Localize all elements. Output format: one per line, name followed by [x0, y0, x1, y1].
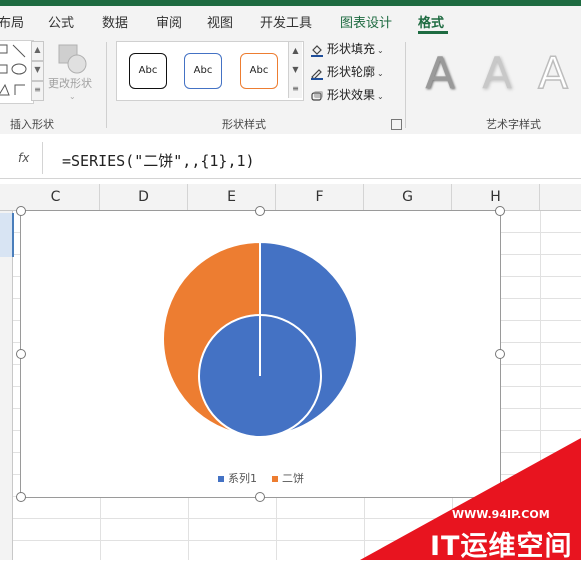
- resize-handle-top[interactable]: [255, 206, 265, 216]
- group-label-insert-shapes: 插入形状: [10, 118, 54, 131]
- paint-bucket-icon: [311, 44, 323, 57]
- dialog-launcher-icon[interactable]: [391, 119, 402, 130]
- edit-shape-label: 更改形状: [48, 77, 92, 90]
- wordart-style-3[interactable]: A: [537, 51, 569, 97]
- tab-developer[interactable]: 开发工具: [260, 12, 312, 31]
- wordart-style-1[interactable]: A: [425, 52, 455, 96]
- chevron-down-icon: ⌄: [377, 69, 384, 78]
- tab-format[interactable]: 格式: [418, 12, 444, 31]
- shape-outline-label: 形状轮廓: [327, 65, 376, 79]
- pencil-icon: [311, 68, 323, 80]
- shape-outline-button[interactable]: 形状轮廓 ⌄: [310, 63, 384, 81]
- chevron-down-icon: ⌄: [69, 92, 76, 101]
- row-header: [0, 210, 13, 560]
- formula-input[interactable]: =SERIES("二饼",,{1},1): [62, 150, 255, 171]
- shape-thumbnails-icon: [0, 44, 27, 96]
- ribbon-tab-bar: 布局 公式 数据 审阅 视图 开发工具 图表设计 格式: [0, 6, 581, 36]
- tab-formulas[interactable]: 公式: [48, 12, 74, 31]
- legend-label-erbing: 二饼: [282, 472, 304, 485]
- chevron-down-icon: ⌄: [377, 92, 384, 101]
- style-gallery-down-button[interactable]: ▼: [289, 61, 302, 79]
- legend-swatch-series1: [218, 476, 224, 482]
- edit-shape-icon: [58, 44, 87, 74]
- shape-gallery-down-button[interactable]: ▼: [31, 61, 44, 81]
- chevron-down-icon: ⌄: [377, 46, 384, 55]
- legend-swatch-erbing: [272, 476, 278, 482]
- group-divider: [405, 42, 406, 128]
- tab-data[interactable]: 数据: [102, 12, 128, 31]
- style-preset-3[interactable]: Abc: [240, 53, 278, 89]
- style-preset-2[interactable]: Abc: [184, 53, 222, 89]
- shape-gallery[interactable]: [0, 40, 34, 104]
- resize-handle-bottom-left[interactable]: [16, 492, 26, 502]
- group-divider: [106, 42, 107, 128]
- tab-review[interactable]: 审阅: [156, 12, 182, 31]
- style-gallery-scroll: ▲ ▼ ≡: [288, 42, 302, 98]
- column-header-bar: C D E F G H: [0, 184, 581, 211]
- shape-effects-label: 形状效果: [327, 88, 376, 102]
- chart-legend[interactable]: 系列1 二饼: [218, 470, 304, 486]
- tab-chart-design[interactable]: 图表设计: [340, 12, 392, 31]
- style-preset-1[interactable]: Abc: [129, 53, 167, 89]
- formula-bar-divider: [42, 142, 43, 174]
- watermark-text: IT运维空间: [430, 531, 573, 562]
- shape-fill-button[interactable]: 形状填充 ⌄: [310, 40, 384, 58]
- tab-layout[interactable]: 布局: [0, 12, 24, 31]
- resize-handle-bottom[interactable]: [255, 492, 265, 502]
- wordart-style-2[interactable]: A: [482, 52, 512, 96]
- column-header-f[interactable]: F: [276, 184, 364, 210]
- resize-handle-right[interactable]: [495, 349, 505, 359]
- column-header-g[interactable]: G: [364, 184, 452, 210]
- insert-function-button[interactable]: fx: [18, 151, 29, 165]
- active-tab-indicator: [418, 31, 448, 34]
- resize-handle-top-right[interactable]: [495, 206, 505, 216]
- resize-handle-top-left[interactable]: [16, 206, 26, 216]
- style-gallery-up-button[interactable]: ▲: [289, 42, 302, 60]
- group-label-wordart-styles: 艺术字样式: [486, 118, 541, 131]
- style-gallery-more-button[interactable]: ≡: [289, 80, 302, 98]
- watermark-url: WWW.94IP.COM: [452, 508, 550, 521]
- column-header-partial[interactable]: [540, 184, 581, 210]
- column-header-d[interactable]: D: [100, 184, 188, 210]
- shape-effects-button[interactable]: 形状效果 ⌄: [310, 86, 384, 104]
- shape-gallery-up-button[interactable]: ▲: [31, 41, 44, 61]
- shape-effects-icon: [311, 90, 323, 101]
- group-label-shape-styles: 形状样式: [222, 118, 266, 131]
- column-header-c[interactable]: C: [12, 184, 100, 210]
- shape-gallery-more-button[interactable]: ≡: [31, 81, 44, 101]
- shape-fill-label: 形状填充: [327, 42, 376, 56]
- legend-label-series1: 系列1: [228, 472, 257, 485]
- tab-view[interactable]: 视图: [207, 12, 233, 31]
- resize-handle-left[interactable]: [16, 349, 26, 359]
- selected-row-header[interactable]: [0, 213, 14, 257]
